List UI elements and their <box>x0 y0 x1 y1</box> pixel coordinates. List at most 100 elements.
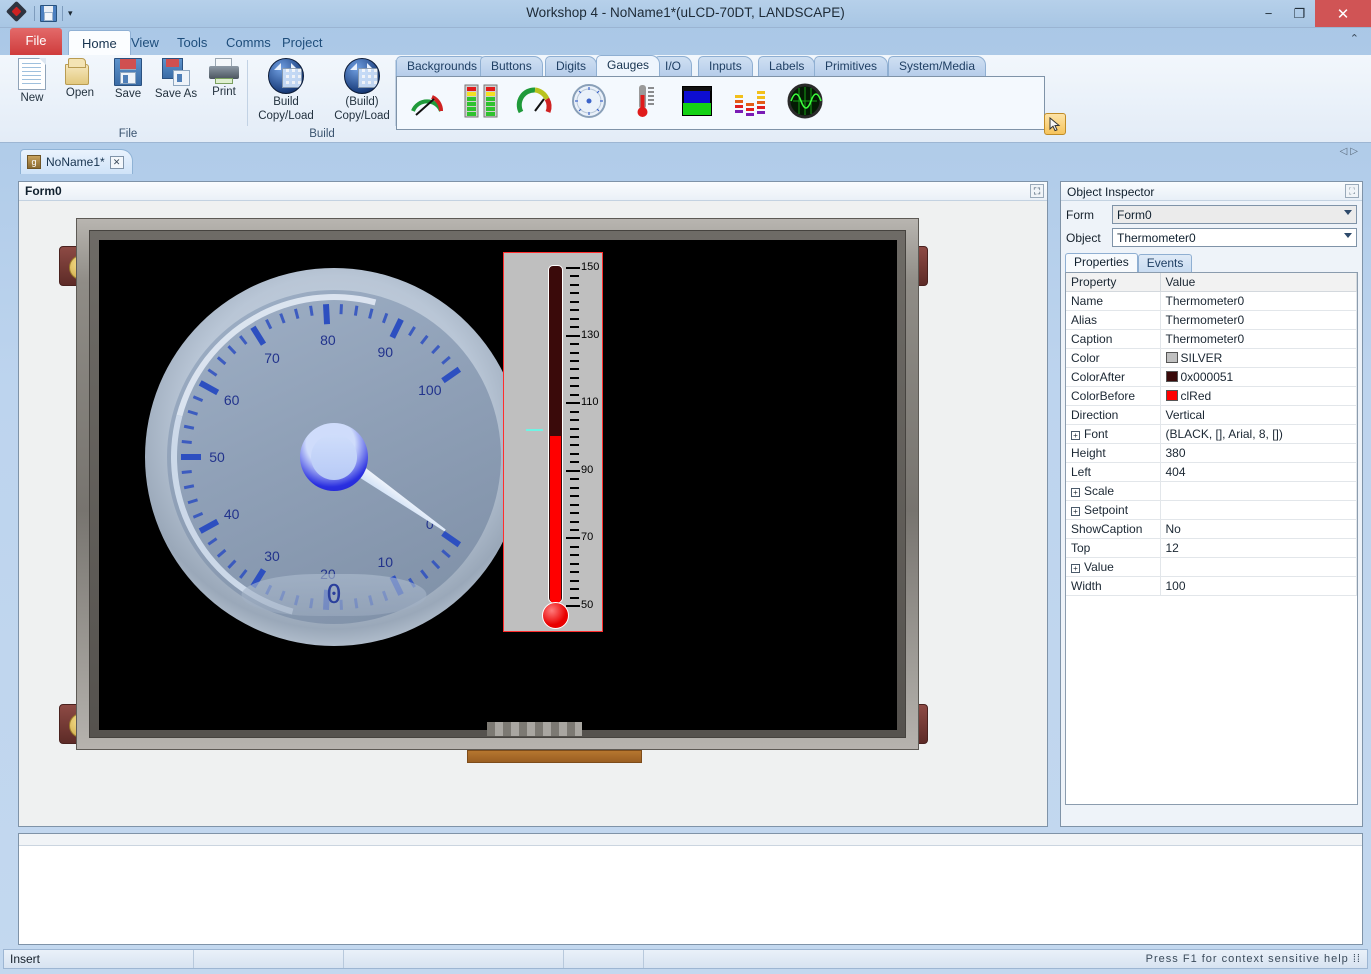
thermometer-major-tick <box>566 267 580 269</box>
property-value-cell[interactable]: Thermometer0 <box>1160 311 1357 330</box>
save-button[interactable]: Save <box>104 58 152 100</box>
open-button[interactable]: Open <box>56 58 104 99</box>
property-value-cell[interactable] <box>1160 482 1357 501</box>
property-value-cell[interactable]: 380 <box>1160 444 1357 463</box>
widget-tab-backgrounds[interactable]: Backgrounds <box>396 56 488 76</box>
tank-icon[interactable] <box>677 81 717 121</box>
expand-icon[interactable]: + <box>1071 431 1080 440</box>
thermometer-icon[interactable] <box>623 81 663 121</box>
expand-icon[interactable]: + <box>1071 507 1080 516</box>
property-name-cell: Name <box>1066 292 1160 311</box>
tab-scroll-controls: ◁▷ <box>1340 146 1361 157</box>
title-bar: ▾ Workshop 4 - NoName1*(uLCD-70DT, LANDS… <box>0 0 1371 28</box>
thermometer-minor-tick <box>570 444 579 446</box>
maximize-button[interactable]: ❐ <box>1284 0 1315 27</box>
build-copy-load-button[interactable]: Build Copy/Load <box>252 58 320 122</box>
property-row[interactable]: DirectionVertical <box>1066 406 1357 425</box>
property-value-cell[interactable]: No <box>1160 520 1357 539</box>
gauge-widget[interactable]: 0102030405060708090100 0 <box>145 268 523 646</box>
property-row[interactable]: Top12 <box>1066 539 1357 558</box>
ribbon-collapse-icon[interactable]: ⌃ <box>1350 32 1359 45</box>
thermometer-minor-tick <box>570 309 579 311</box>
menu-tab-project[interactable]: Project <box>269 30 335 55</box>
document-tab-noname1[interactable]: g NoName1* ✕ <box>20 149 133 174</box>
property-row[interactable]: ColorAfter0x000051 <box>1066 368 1357 387</box>
object-select[interactable]: Thermometer0 <box>1112 228 1357 247</box>
new-button[interactable]: New <box>8 58 56 104</box>
property-value-cell[interactable] <box>1160 501 1357 520</box>
thermometer-minor-tick <box>570 495 579 497</box>
form-select[interactable]: Form0 <box>1112 205 1357 224</box>
property-row[interactable]: +Scale <box>1066 482 1357 501</box>
property-row[interactable]: Left404 <box>1066 463 1357 482</box>
design-canvas[interactable]: 0102030405060708090100 0 <box>19 201 1047 826</box>
property-value-cell[interactable]: 404 <box>1160 463 1357 482</box>
angular-meter-icon[interactable] <box>407 81 447 121</box>
widget-tab-gauges[interactable]: Gauges <box>596 55 660 76</box>
property-value-cell[interactable] <box>1160 558 1357 577</box>
close-button[interactable]: ✕ <box>1315 0 1371 27</box>
property-value-cell[interactable]: 100 <box>1160 577 1357 596</box>
widget-tab-labels[interactable]: Labels <box>758 56 815 76</box>
output-panel[interactable] <box>18 833 1363 945</box>
gauge-digital-readout: 0 <box>326 580 342 610</box>
property-row[interactable]: +Setpoint <box>1066 501 1357 520</box>
led-digits-bargraph-icon[interactable] <box>461 81 501 121</box>
property-row[interactable]: ColorSILVER <box>1066 349 1357 368</box>
property-value-cell[interactable]: Vertical <box>1160 406 1357 425</box>
property-row[interactable]: ShowCaptionNo <box>1066 520 1357 539</box>
tab-scroll-right-icon[interactable]: ▷ <box>1350 146 1361 157</box>
property-row[interactable]: +Value <box>1066 558 1357 577</box>
meter-icon[interactable] <box>515 81 555 121</box>
thermometer-minor-tick <box>570 394 579 396</box>
document-tab-close-icon[interactable]: ✕ <box>110 156 124 169</box>
property-value-cell[interactable]: (BLACK, [], Arial, 8, []) <box>1160 425 1357 444</box>
expand-icon[interactable]: + <box>1071 488 1080 497</box>
thermometer-widget[interactable]: 507090110130150 <box>503 252 603 632</box>
property-value-cell[interactable]: 12 <box>1160 539 1357 558</box>
property-value-cell[interactable]: SILVER <box>1160 349 1357 368</box>
menu-tab-file[interactable]: File <box>10 28 62 55</box>
inspector-close-icon[interactable]: ⛶ <box>1345 184 1359 198</box>
expand-icon[interactable]: + <box>1071 564 1080 573</box>
color-swatch <box>1166 352 1178 363</box>
property-row[interactable]: Height380 <box>1066 444 1357 463</box>
property-row[interactable]: Width100 <box>1066 577 1357 596</box>
property-value-cell[interactable]: Thermometer0 <box>1160 292 1357 311</box>
property-row[interactable]: CaptionThermometer0 <box>1066 330 1357 349</box>
thermometer-minor-tick <box>570 385 579 387</box>
property-value-cell[interactable]: clRed <box>1160 387 1357 406</box>
lcd-screen[interactable]: 0102030405060708090100 0 <box>99 240 897 730</box>
tab-properties[interactable]: Properties <box>1065 253 1138 272</box>
document-tab-bar: g NoName1* ✕ <box>0 143 1371 175</box>
gauge-tick <box>339 304 342 314</box>
property-name-cell: Alias <box>1066 311 1160 330</box>
build-copy-load-alt-button[interactable]: (Build) Copy/Load <box>328 58 396 122</box>
property-row[interactable]: AliasThermometer0 <box>1066 311 1357 330</box>
scope-icon[interactable] <box>785 81 825 121</box>
gauge-icon[interactable] <box>569 81 609 121</box>
thermometer-minor-tick <box>570 326 579 328</box>
property-row[interactable]: NameThermometer0 <box>1066 292 1357 311</box>
designer-close-icon[interactable]: ⛶ <box>1030 184 1044 198</box>
thermometer-minor-tick <box>570 419 579 421</box>
property-grid[interactable]: Property Value NameThermometer0AliasTher… <box>1065 272 1358 805</box>
property-row[interactable]: +Font(BLACK, [], Arial, 8, []) <box>1066 425 1357 444</box>
menu-tab-tools[interactable]: Tools <box>164 30 220 55</box>
tab-events[interactable]: Events <box>1138 254 1193 272</box>
minimize-button[interactable]: − <box>1253 0 1284 27</box>
widget-tab-buttons[interactable]: Buttons <box>480 56 543 76</box>
property-value-cell[interactable]: 0x000051 <box>1160 368 1357 387</box>
widget-tab-digits[interactable]: Digits <box>545 56 597 76</box>
pointer-tool-button[interactable] <box>1044 113 1066 135</box>
property-value-cell[interactable]: Thermometer0 <box>1160 330 1357 349</box>
widget-tab-inputs[interactable]: Inputs <box>698 56 753 76</box>
property-row[interactable]: ColorBeforeclRed <box>1066 387 1357 406</box>
save-as-button[interactable]: Save As <box>152 58 200 100</box>
print-button[interactable]: Print <box>200 58 248 98</box>
widget-tab-system-media[interactable]: System/Media <box>888 56 986 76</box>
device-connector-notch <box>487 722 582 736</box>
spectrum-icon[interactable] <box>731 81 771 121</box>
widget-tab-primitives[interactable]: Primitives <box>814 56 888 76</box>
tab-scroll-left-icon[interactable]: ◁ <box>1340 146 1351 157</box>
